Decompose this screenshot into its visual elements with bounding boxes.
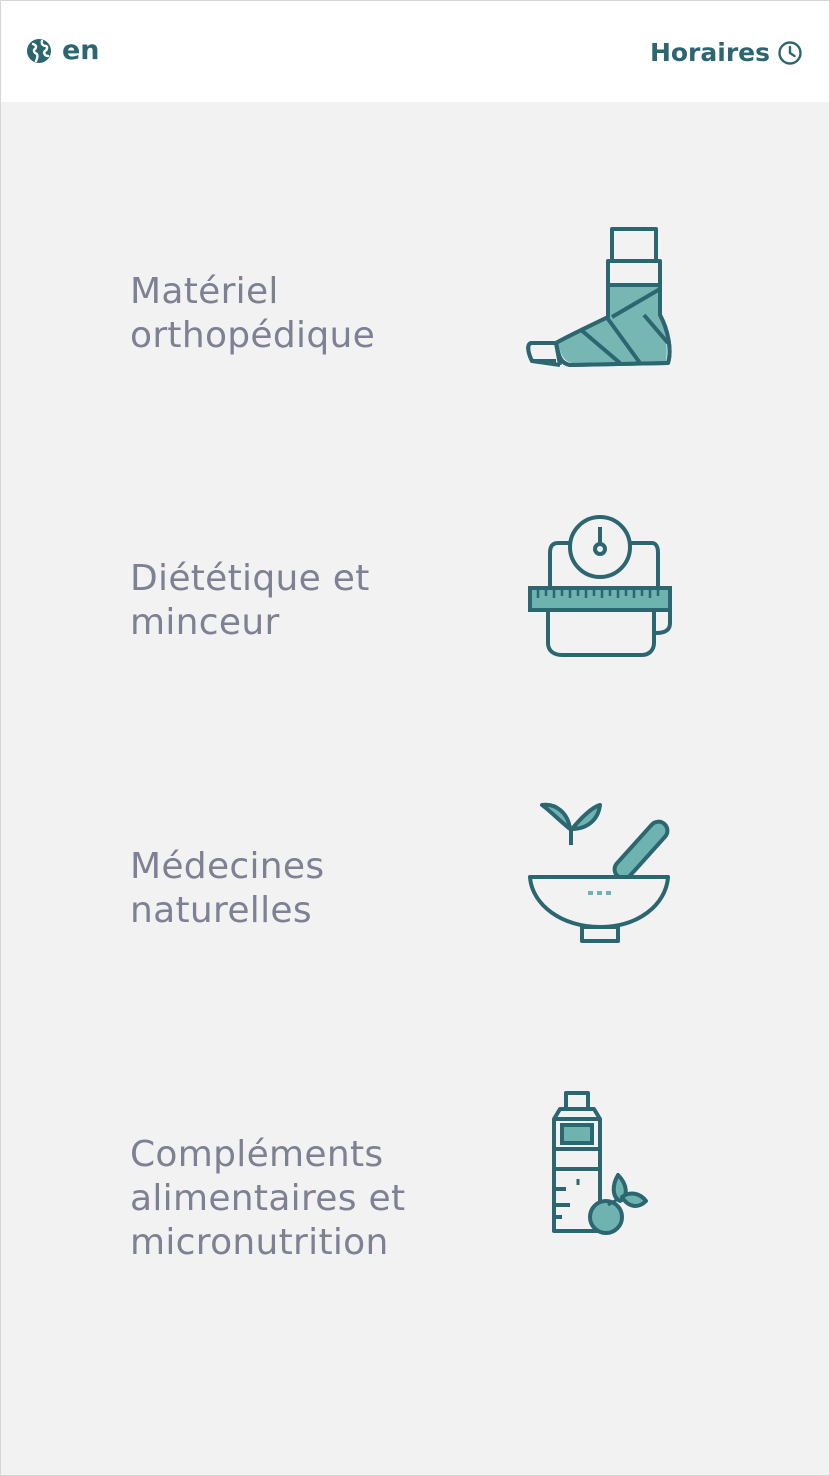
top-bar: en Horaires bbox=[0, 0, 830, 102]
bandaged-foot-icon bbox=[520, 225, 680, 379]
hours-link[interactable]: Horaires bbox=[650, 38, 803, 67]
scale-tape-measure-icon bbox=[520, 513, 680, 667]
language-switcher[interactable]: en bbox=[25, 35, 100, 66]
language-label: en bbox=[62, 35, 100, 66]
category-label: Médecines naturelles bbox=[130, 846, 325, 931]
globe-icon bbox=[25, 37, 53, 65]
category-label: Matériel orthopédique bbox=[130, 271, 376, 356]
supplement-bottle-icon bbox=[520, 1089, 680, 1243]
category-natural-medicine[interactable]: Médecines naturelles bbox=[0, 785, 830, 1025]
hours-label: Horaires bbox=[649, 38, 770, 67]
category-label: Compléments alimentaires et micronutriti… bbox=[130, 1134, 406, 1263]
category-label: Diététique et minceur bbox=[130, 558, 370, 643]
mortar-pestle-icon bbox=[520, 799, 680, 953]
category-supplements[interactable]: Compléments alimentaires et micronutriti… bbox=[0, 1075, 830, 1315]
clock-icon bbox=[777, 40, 803, 66]
category-orthopedic[interactable]: Matériel orthopédique bbox=[0, 205, 830, 445]
category-dietetics[interactable]: Diététique et minceur bbox=[0, 495, 830, 735]
